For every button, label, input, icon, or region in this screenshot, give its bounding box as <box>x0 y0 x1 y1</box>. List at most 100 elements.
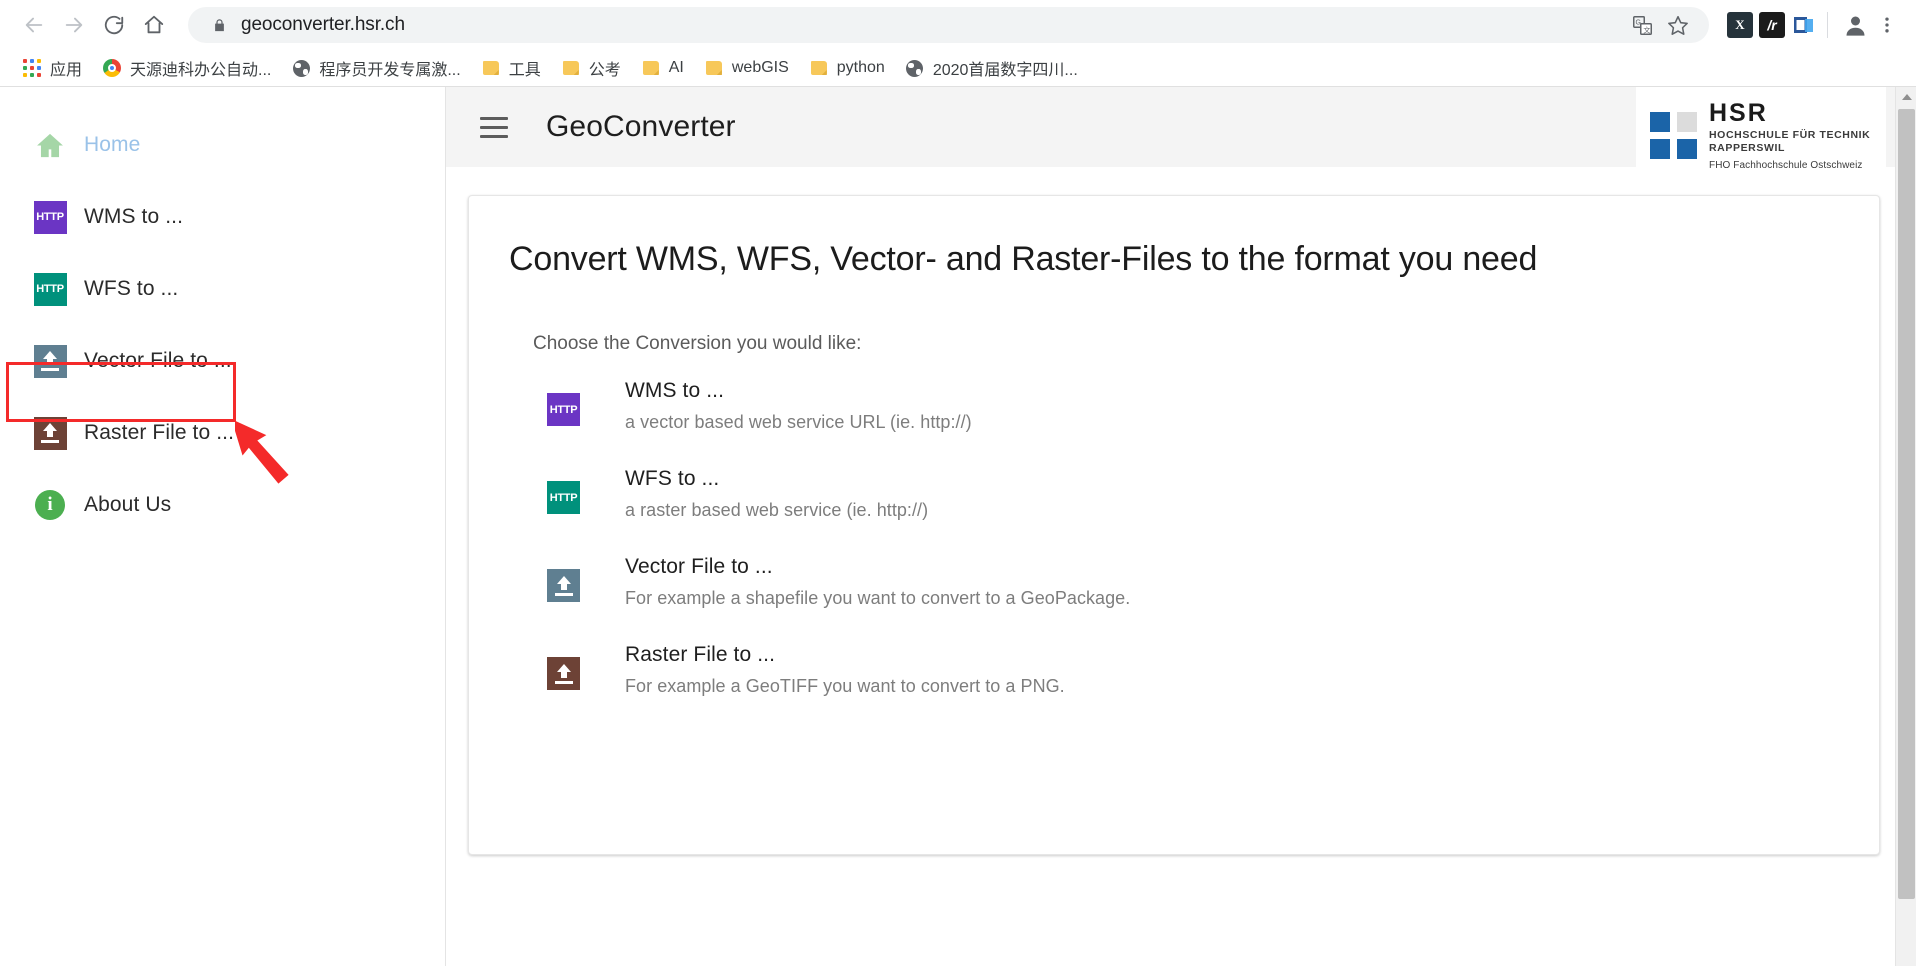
conversion-card: Convert WMS, WFS, Vector- and Raster-Fil… <box>468 195 1880 855</box>
sidebar-item-home[interactable]: Home <box>0 109 445 181</box>
extension-x-icon[interactable]: X <box>1727 12 1753 38</box>
http-teal-icon: HTTP <box>16 272 84 306</box>
upload-brown-icon <box>16 416 84 450</box>
reload-icon[interactable] <box>94 5 134 45</box>
back-icon[interactable] <box>14 5 54 45</box>
bookmark-tools[interactable]: 工具 <box>471 54 551 83</box>
folder-icon <box>561 58 581 78</box>
bookmark-gongkao[interactable]: 公考 <box>551 54 631 83</box>
sidebar-item-wms[interactable]: HTTP WMS to ... <box>0 181 445 253</box>
http-badge: HTTP <box>33 200 67 234</box>
apps-grid-icon <box>22 58 42 78</box>
hsr-logo-subtitle-1: HOCHSCHULE FÜR TECHNIK <box>1709 128 1871 141</box>
bookmark-apps[interactable]: 应用 <box>12 54 92 83</box>
choose-conversion-label: Choose the Conversion you would like: <box>533 333 862 354</box>
extension-icons: X /r <box>1719 12 1817 38</box>
upload-arrow-glyph <box>39 421 61 445</box>
bookmark-ai[interactable]: AI <box>631 54 694 83</box>
hsr-logo-name: HSR <box>1709 98 1768 127</box>
home-icon[interactable] <box>134 5 174 45</box>
http-badge: HTTP <box>547 481 580 514</box>
conversion-title: Vector File to ... <box>625 555 773 578</box>
conversion-item-wms[interactable]: HTTP WMS to ... a vector based web servi… <box>547 377 1839 465</box>
conversion-item-vector-file[interactable]: Vector File to ... For example a shapefi… <box>547 553 1839 641</box>
http-badge: HTTP <box>33 272 67 306</box>
conversion-list: HTTP WMS to ... a vector based web servi… <box>547 377 1839 729</box>
omnibox-actions: G文 <box>1625 8 1695 42</box>
sidebar-item-vector-file[interactable]: Vector File to ... <box>0 325 445 397</box>
bookmark-tianyuan[interactable]: 天源迪科办公自动... <box>92 54 281 83</box>
http-purple-icon: HTTP <box>16 200 84 234</box>
conversion-desc: For example a shapefile you want to conv… <box>625 588 1131 608</box>
http-badge: HTTP <box>547 393 580 426</box>
app-bar: GeoConverter HSR HOCHSCHULE FÜR TECHNIK … <box>446 87 1916 183</box>
browser-toolbar: geoconverter.hsr.ch G文 X /r <box>0 0 1916 50</box>
conversion-item-wfs[interactable]: HTTP WFS to ... a raster based web servi… <box>547 465 1839 553</box>
http-purple-icon: HTTP <box>547 377 625 426</box>
sidebar-item-raster-file[interactable]: Raster File to ... <box>0 397 445 469</box>
lock-icon <box>212 17 227 34</box>
bookmark-python[interactable]: python <box>799 54 895 83</box>
sidebar-item-about-us[interactable]: i About Us <box>0 469 445 541</box>
folder-icon <box>704 58 724 78</box>
conversion-desc: For example a GeoTIFF you want to conver… <box>625 676 1065 696</box>
extension-office-icon[interactable] <box>1791 12 1817 38</box>
sidebar-item-label: WMS to ... <box>84 205 184 228</box>
conversion-item-raster-file[interactable]: Raster File to ... For example a GeoTIFF… <box>547 641 1839 729</box>
address-bar[interactable]: geoconverter.hsr.ch G文 <box>188 7 1709 43</box>
sidebar-item-label: Home <box>84 133 141 156</box>
bookmark-label: 工具 <box>508 62 541 79</box>
url-text: geoconverter.hsr.ch <box>241 14 405 35</box>
bookmark-label: 程序员开发专属激... <box>319 62 461 79</box>
conversion-title: Raster File to ... <box>625 643 776 666</box>
conversion-desc: a vector based web service URL (ie. http… <box>625 412 972 432</box>
bookmark-label: 应用 <box>50 62 83 79</box>
upload-slate-icon <box>547 553 625 602</box>
http-teal-icon: HTTP <box>547 465 625 514</box>
page-viewport: Home HTTP WMS to ... HTTP WFS to ... Vec… <box>0 87 1916 966</box>
upload-brown-icon <box>547 641 625 690</box>
page-title: Convert WMS, WFS, Vector- and Raster-Fil… <box>509 240 1538 278</box>
hsr-logo-squares <box>1650 111 1697 159</box>
sidebar-item-wfs[interactable]: HTTP WFS to ... <box>0 253 445 325</box>
sidebar-item-label: WFS to ... <box>84 277 179 300</box>
browser-chrome: geoconverter.hsr.ch G文 X /r 应用 天源迪科办公自动.… <box>0 0 1916 87</box>
app-title: GeoConverter <box>546 110 736 143</box>
hsr-logo-subtitle-2: RAPPERSWIL <box>1709 141 1786 154</box>
svg-text:G: G <box>1635 19 1640 26</box>
content-area: GeoConverter HSR HOCHSCHULE FÜR TECHNIK … <box>446 87 1916 966</box>
page-scrollbar[interactable] <box>1895 87 1916 966</box>
hamburger-icon[interactable] <box>480 116 508 138</box>
home-icon <box>16 130 84 161</box>
folder-icon <box>809 58 829 78</box>
sidebar-nav: Home HTTP WMS to ... HTTP WFS to ... Vec… <box>0 87 446 966</box>
bookmark-webgis[interactable]: webGIS <box>694 54 799 83</box>
forward-icon[interactable] <box>54 5 94 45</box>
folder-icon <box>641 58 661 78</box>
upload-slate-icon <box>16 344 84 378</box>
sidebar-item-label: About Us <box>84 493 172 516</box>
bookmark-label: python <box>836 59 885 76</box>
bookmark-programmer[interactable]: 程序员开发专属激... <box>281 54 470 83</box>
scrollbar-thumb[interactable] <box>1898 109 1915 899</box>
sidebar-item-label: Raster File to ... <box>84 421 235 444</box>
bookmark-2020-digital-sichuan[interactable]: 2020首届数字四川... <box>895 54 1088 83</box>
hsr-logo: HSR HOCHSCHULE FÜR TECHNIK RAPPERSWIL FH… <box>1636 87 1886 183</box>
bookmark-label: AI <box>668 59 684 76</box>
page-body: Convert WMS, WFS, Vector- and Raster-Fil… <box>446 167 1916 966</box>
bookmark-star-icon[interactable] <box>1661 8 1695 42</box>
translate-icon[interactable]: G文 <box>1625 8 1659 42</box>
scrollbar-up-arrow-icon[interactable] <box>1896 87 1916 107</box>
chrome-menu-icon[interactable] <box>1872 8 1902 42</box>
upload-arrow-glyph <box>553 662 575 686</box>
info-icon: i <box>16 490 84 520</box>
bookmarks-bar: 应用 天源迪科办公自动... 程序员开发专属激... 工具 公考 AI webG… <box>0 50 1916 87</box>
folder-icon <box>481 58 501 78</box>
bookmark-label: 公考 <box>588 62 621 79</box>
bookmark-label: 2020首届数字四川... <box>932 62 1078 79</box>
upload-arrow-glyph <box>553 574 575 598</box>
extension-r-icon[interactable]: /r <box>1759 12 1785 38</box>
profile-avatar-icon[interactable] <box>1838 8 1872 42</box>
sidebar-item-label: Vector File to ... <box>84 349 232 372</box>
conversion-desc: a raster based web service (ie. http://) <box>625 500 929 520</box>
